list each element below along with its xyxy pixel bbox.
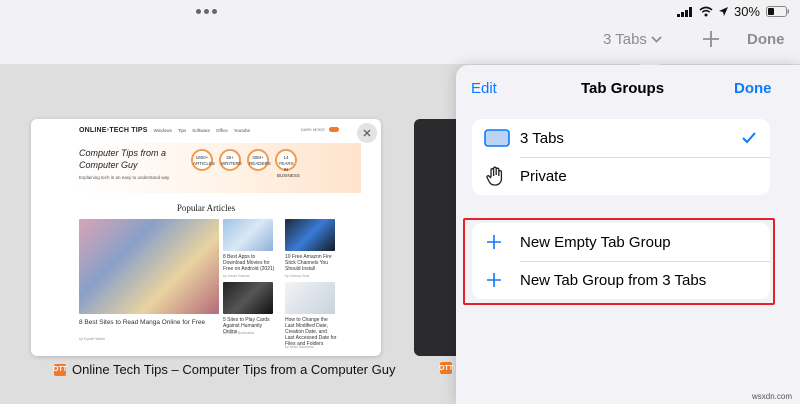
signal-icon bbox=[676, 6, 692, 17]
site-menu-item: Windows bbox=[153, 127, 172, 133]
hero-title: Computer Tips from a Computer Guy bbox=[79, 148, 166, 170]
chevron-down-icon bbox=[651, 36, 662, 43]
dark-mode-label: DARK MODE bbox=[300, 127, 325, 132]
site-hero: Computer Tips from a Computer Guy Explai… bbox=[71, 143, 361, 193]
done-button[interactable]: Done bbox=[747, 31, 785, 48]
tab-group-label: 3 Tabs bbox=[603, 31, 647, 48]
multitasking-dots-icon[interactable] bbox=[196, 9, 217, 14]
status-bar: 30% bbox=[0, 0, 800, 22]
site-menu-item: Software bbox=[192, 127, 211, 133]
tab-caption: OTT bbox=[439, 362, 453, 374]
popover-done-button[interactable]: Done bbox=[734, 80, 772, 97]
watermark: wsxdn.com bbox=[752, 392, 793, 401]
wifi-icon bbox=[699, 6, 713, 17]
tab-group-list: 3 Tabs Private bbox=[472, 119, 770, 195]
site-menu-item: Youtube bbox=[233, 127, 251, 133]
article-meta: by Sarah Boubrahia bbox=[223, 331, 254, 335]
new-tab-plus-icon[interactable] bbox=[700, 28, 722, 50]
popover-title: Tab Groups bbox=[581, 80, 665, 97]
site-favicon-icon: OTT bbox=[53, 363, 67, 376]
tab-group-icon bbox=[484, 129, 510, 147]
site-menu-item: Tips bbox=[177, 127, 187, 133]
article-title: How to Change the Last Modified Date, Cr… bbox=[285, 317, 337, 347]
tab-group-label: Private bbox=[520, 167, 567, 185]
article-meta: by Krystle Walsh bbox=[79, 337, 105, 341]
annotation-highlight-box bbox=[463, 218, 775, 305]
article-image bbox=[285, 282, 335, 314]
close-tab-button[interactable] bbox=[357, 123, 377, 143]
tab-thumbnail[interactable]: ONLINE•TECH TIPS Windows Tips Software O… bbox=[31, 119, 381, 356]
tab-group-row-private[interactable]: Private bbox=[472, 157, 770, 195]
article-meta: by Jonas Gaurav bbox=[223, 274, 250, 278]
stat-badge: 35+ WRITERS bbox=[219, 149, 242, 171]
article-meta: by Joshua Goel bbox=[285, 274, 310, 278]
hand-icon bbox=[486, 166, 503, 186]
article-title: 10 Free Amazon Fire Stick Channels You S… bbox=[285, 254, 332, 272]
article-title: 8 Best Sites to Read Manga Online for Fr… bbox=[79, 319, 206, 326]
stat-badge: 1800+ ARTICLES bbox=[191, 149, 215, 171]
article-meta: by Sean Saunders bbox=[285, 345, 314, 349]
battery-icon bbox=[766, 6, 789, 17]
hero-subtitle: Explaining tech in an easy to understand… bbox=[79, 175, 170, 180]
article-image bbox=[285, 219, 335, 251]
site-logo: ONLINE•TECH TIPS bbox=[79, 126, 148, 134]
article-image bbox=[223, 282, 273, 314]
tab-caption: OTT Online Tech Tips – Computer Tips fro… bbox=[53, 362, 396, 377]
stat-badge: 14 YEARS IN BUSINESS bbox=[275, 149, 300, 178]
article-image bbox=[223, 219, 273, 251]
battery-percent: 30% bbox=[733, 4, 760, 19]
edit-button[interactable]: Edit bbox=[471, 80, 497, 97]
checkmark-icon bbox=[742, 132, 756, 144]
tab-group-label: 3 Tabs bbox=[520, 129, 564, 147]
popular-articles-heading: Popular Articles bbox=[176, 203, 236, 213]
location-icon bbox=[718, 7, 728, 16]
tab-group-switcher[interactable]: 3 Tabs bbox=[603, 31, 662, 48]
article-title: 8 Best Apps to Download Movies for Free … bbox=[223, 254, 275, 272]
site-favicon-icon: OTT bbox=[439, 362, 453, 374]
dark-mode-toggle bbox=[329, 127, 339, 132]
site-menu-item: Office bbox=[216, 127, 228, 133]
tab-caption-text: Online Tech Tips – Computer Tips from a … bbox=[72, 362, 396, 377]
tab-group-row-3-tabs[interactable]: 3 Tabs bbox=[472, 119, 770, 157]
stat-badge: 30M+ READERS bbox=[247, 149, 271, 171]
close-icon bbox=[363, 129, 371, 137]
article-image bbox=[79, 219, 219, 314]
